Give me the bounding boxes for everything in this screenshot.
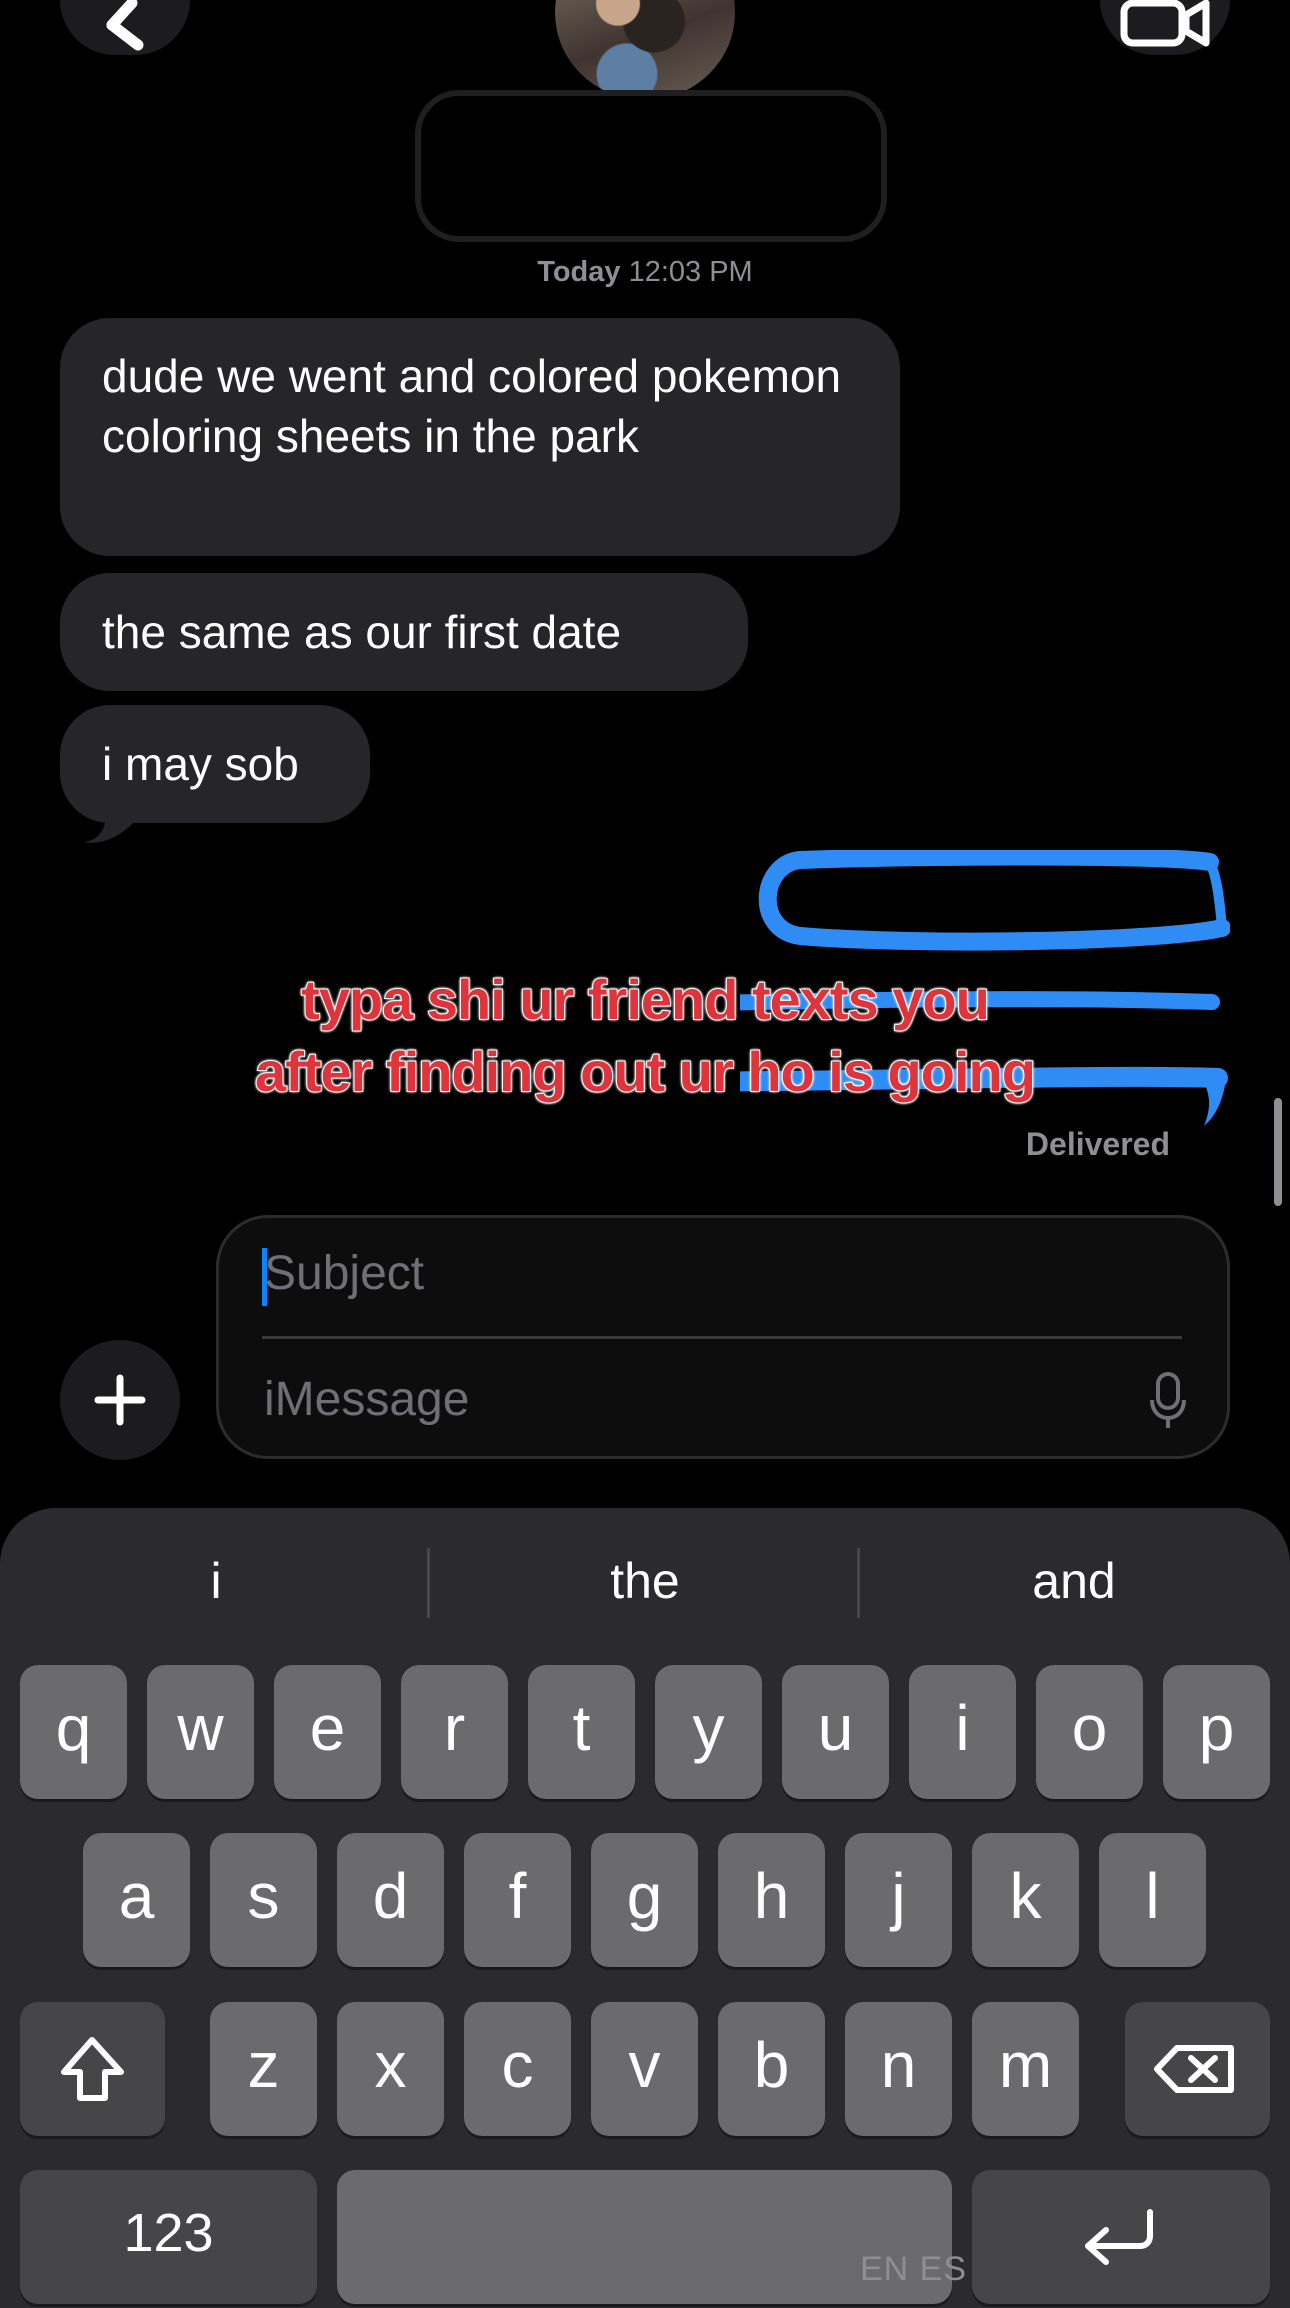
timestamp-day: Today <box>537 256 621 288</box>
key-c[interactable]: c <box>464 2002 571 2136</box>
shift-icon <box>61 2037 124 2101</box>
compose-divider <box>262 1336 1182 1339</box>
key-r[interactable]: r <box>401 1665 508 1799</box>
facetime-video-button[interactable] <box>1100 0 1230 55</box>
shift-key[interactable] <box>20 2002 165 2136</box>
key-a[interactable]: a <box>83 1833 190 1967</box>
key-z[interactable]: z <box>210 2002 317 2136</box>
delivered-status: Delivered <box>1025 1126 1170 1162</box>
language-indicator: EN ES <box>860 2250 968 2288</box>
key-v[interactable]: v <box>591 2002 698 2136</box>
incoming-message-bubble[interactable]: the same as our first date <box>60 573 748 691</box>
key-e[interactable]: e <box>274 1665 381 1799</box>
key-d[interactable]: d <box>337 1833 444 1967</box>
key-b[interactable]: b <box>718 2002 825 2136</box>
key-x[interactable]: x <box>337 2002 444 2136</box>
message-timestamp: Today 12:03 PM <box>0 256 1290 289</box>
key-y[interactable]: y <box>655 1665 762 1799</box>
key-s[interactable]: s <box>210 1833 317 1967</box>
suggestion-divider <box>857 1548 860 1618</box>
contact-avatar[interactable] <box>555 0 735 100</box>
key-o[interactable]: o <box>1036 1665 1143 1799</box>
return-key[interactable] <box>972 2170 1270 2304</box>
suggestion-divider <box>427 1548 430 1618</box>
return-icon <box>1085 2209 1153 2265</box>
back-button[interactable] <box>60 0 190 55</box>
add-attachment-button[interactable] <box>60 1340 180 1460</box>
key-i[interactable]: i <box>909 1665 1016 1799</box>
video-camera-icon <box>1120 0 1210 47</box>
key-j[interactable]: j <box>845 1833 952 1967</box>
incoming-message-bubble[interactable]: dude we went and colored pokemon colorin… <box>60 318 900 556</box>
key-n[interactable]: n <box>845 2002 952 2136</box>
suggestion-3[interactable]: and <box>864 1552 1284 1610</box>
key-l[interactable]: l <box>1099 1833 1206 1967</box>
key-u[interactable]: u <box>782 1665 889 1799</box>
bubble-tail <box>84 804 138 843</box>
timestamp-time: 12:03 PM <box>628 256 753 288</box>
imessage-input[interactable]: iMessage <box>264 1372 469 1427</box>
key-m[interactable]: m <box>972 2002 1079 2136</box>
suggestion-1[interactable]: i <box>6 1552 426 1610</box>
scrollbar[interactable] <box>1274 1098 1282 1206</box>
subject-input[interactable]: Subject <box>264 1246 424 1301</box>
overlay-caption: typa shi ur friend texts you after findi… <box>254 967 1037 1104</box>
microphone-icon[interactable] <box>1148 1372 1188 1432</box>
key-p[interactable]: p <box>1163 1665 1270 1799</box>
key-t[interactable]: t <box>528 1665 635 1799</box>
key-f[interactable]: f <box>464 1833 571 1967</box>
delete-icon <box>1154 2045 1234 2093</box>
key-q[interactable]: q <box>20 1665 127 1799</box>
contact-name-redacted[interactable] <box>415 90 887 242</box>
key-w[interactable]: w <box>147 1665 254 1799</box>
delete-key[interactable] <box>1125 2002 1270 2136</box>
chevron-left-icon <box>106 0 144 51</box>
key-k[interactable]: k <box>972 1833 1079 1967</box>
key-h[interactable]: h <box>718 1833 825 1967</box>
key-g[interactable]: g <box>591 1833 698 1967</box>
numbers-key[interactable]: 123 <box>20 2170 317 2304</box>
suggestion-2[interactable]: the <box>435 1552 855 1610</box>
plus-icon <box>94 1374 146 1426</box>
